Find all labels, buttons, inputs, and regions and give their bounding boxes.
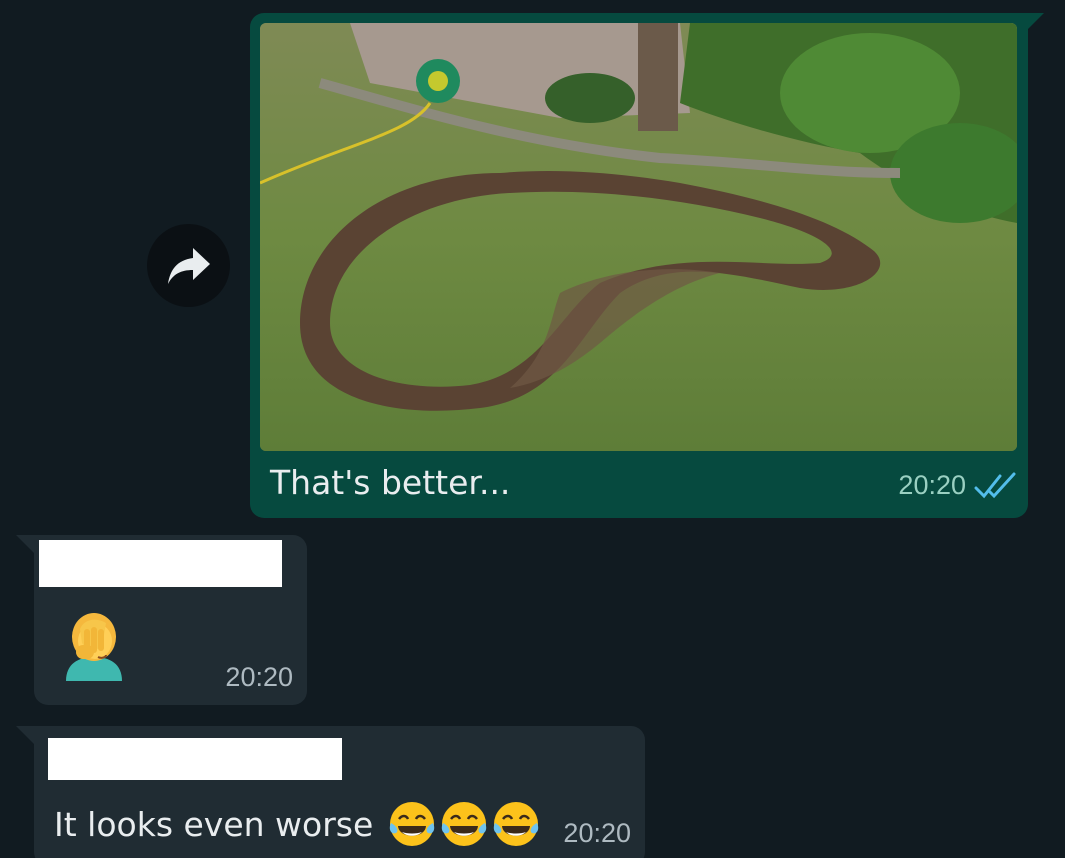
incoming-message-bubble[interactable]: 20:20 xyxy=(16,535,307,705)
redacted-sender-name xyxy=(48,738,342,780)
message-photo[interactable] xyxy=(260,23,1017,451)
emoji-group xyxy=(387,799,541,849)
chat-panel: That's better... 20:20 20:20 It looks ev… xyxy=(0,0,1065,858)
forward-button[interactable] xyxy=(147,224,230,307)
double-check-read-icon xyxy=(974,472,1016,498)
redacted-sender-name xyxy=(39,540,282,587)
message-time: 20:20 xyxy=(563,818,631,848)
message-meta: 20:20 xyxy=(898,470,1018,501)
message-time: 20:20 xyxy=(225,662,293,692)
message-time: 20:20 xyxy=(898,470,966,500)
message-text-row: It looks even worse xyxy=(54,799,541,849)
incoming-message-bubble[interactable]: It looks even worse 20:20 xyxy=(16,726,645,858)
message-caption: That's better... xyxy=(270,463,511,502)
face-palm-icon xyxy=(66,613,122,681)
tears-of-joy-icon xyxy=(494,802,539,846)
forward-arrow-icon xyxy=(167,247,210,284)
tears-of-joy-icon xyxy=(442,802,487,846)
outgoing-message-bubble[interactable]: That's better... 20:20 xyxy=(250,13,1044,518)
message-text: It looks even worse xyxy=(54,804,374,844)
tears-of-joy-icon xyxy=(390,802,435,846)
